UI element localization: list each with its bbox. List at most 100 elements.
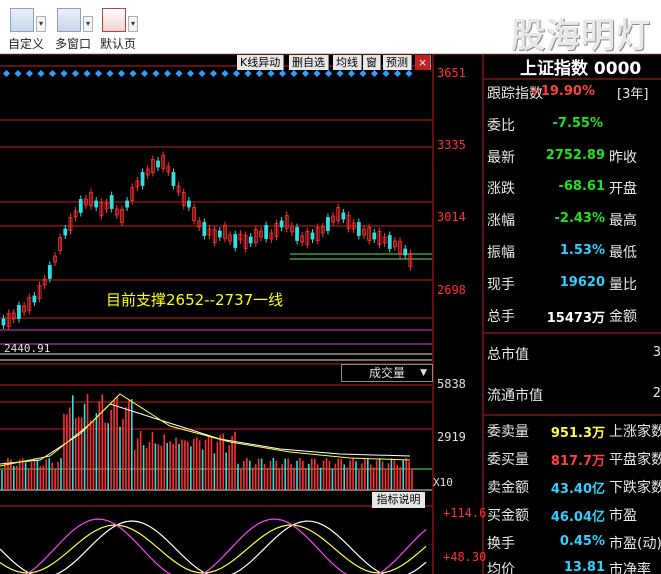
signal-marker: [37, 69, 45, 78]
volume-unit: X10: [433, 476, 453, 489]
default-page-button[interactable]: ▾ 默认页: [96, 4, 140, 52]
signal-marker: [2, 69, 11, 78]
indicator-help-button[interactable]: 指标说明: [372, 492, 425, 508]
signal-marker: [83, 69, 91, 78]
candle-body: [310, 232, 315, 240]
candle-body: [356, 222, 361, 236]
signal-marker: [140, 69, 149, 78]
signal-marker: [336, 69, 344, 78]
candle-body: [233, 234, 238, 248]
price-axis-label: 3651: [437, 66, 466, 80]
order-row: 买金额 46.04亿 市盈: [487, 508, 637, 525]
candle-body: [47, 265, 52, 279]
signal-marker: [60, 69, 68, 78]
index-title: 上证指数 0000: [520, 59, 642, 79]
order-row: 卖金额 43.40亿 下跌家数: [487, 480, 661, 497]
candle-body: [341, 212, 346, 220]
quote-row: 委比 -7.55%: [487, 116, 603, 134]
signal-marker: [359, 69, 367, 78]
chevron-down-icon[interactable]: ▾: [36, 16, 46, 32]
volume-axis-label: 5838: [437, 377, 466, 391]
signal-marker: [71, 69, 80, 78]
signal-marker: [94, 69, 103, 78]
price-axis-label: 2698: [437, 283, 466, 297]
candle-body: [387, 235, 392, 249]
signal-marker: [48, 69, 57, 78]
signal-marker: [152, 69, 160, 78]
signal-marker: [278, 69, 287, 78]
candle-body: [171, 172, 176, 186]
order-row: 均价 13.81 市净率: [487, 560, 651, 574]
quote-row: 涨跌 -68.61 开盘: [487, 179, 637, 197]
candle-body: [217, 230, 222, 238]
indicator-line: [25, 518, 427, 574]
toolbar: ▾ 自定义 ▾ 多窗口 ▾ 默认页 股海明灯: [0, 0, 661, 56]
candle-body: [279, 220, 284, 228]
signal-marker: [209, 69, 218, 78]
candle-body: [63, 228, 68, 236]
candle-body: [326, 217, 330, 231]
quote-row: 振幅 1.53% 最低: [487, 243, 637, 261]
chevron-down-icon: ▼: [420, 368, 427, 378]
quote-row: 涨幅 -2.43% 最高: [487, 211, 637, 229]
tab-moving-average[interactable]: 均线: [333, 55, 362, 70]
candle-body: [78, 199, 83, 213]
candle-body: [32, 295, 37, 303]
chevron-down-icon[interactable]: ▾: [83, 16, 93, 32]
volume-selector[interactable]: 成交量 ▼: [341, 364, 433, 382]
signal-marker: [129, 69, 137, 78]
order-row: 换手 0.45% 市盈(动): [487, 534, 661, 552]
signal-marker: [198, 69, 206, 78]
indicator-axis-label: +48.30: [443, 550, 487, 564]
multi-window-button[interactable]: ▾ 多窗口: [51, 4, 95, 52]
price-axis-label: 3335: [437, 138, 466, 152]
signal-marker: [163, 69, 172, 78]
candle-body: [109, 195, 114, 209]
price-axis-label: 3014: [437, 210, 466, 224]
signal-marker: [106, 69, 114, 78]
volume-axis-label: 2919: [437, 430, 466, 444]
signal-marker: [382, 69, 390, 78]
custom-icon: [10, 8, 34, 32]
signal-marker: [347, 69, 356, 78]
candle-body: [1, 318, 6, 326]
candle-body: [264, 225, 269, 239]
candle-body: [17, 305, 21, 319]
chevron-down-icon[interactable]: ▾: [128, 16, 138, 32]
candle-body: [140, 172, 145, 186]
candle-body: [125, 200, 129, 208]
tab-forecast[interactable]: 预测: [383, 55, 412, 70]
brand-watermark: 股海明灯: [511, 16, 651, 56]
quote-panel: 上证指数 0000 跟踪指数 +19.90% [3年] 委比 -7.55% 最新…: [484, 54, 661, 574]
signal-marker: [14, 69, 22, 78]
candle-body: [186, 200, 191, 208]
candle-body: [156, 160, 160, 168]
signal-marker: [186, 69, 195, 78]
candle-body: [94, 200, 99, 208]
signal-marker: [255, 69, 264, 78]
signal-marker: [301, 69, 310, 78]
candle-body: [403, 248, 408, 256]
support-annotation: 目前支撑2652--2737一线: [106, 291, 284, 309]
signal-marker: [221, 69, 229, 78]
order-row: 委买量 817.7万 平盘家数: [487, 452, 661, 469]
signal-marker: [313, 69, 321, 78]
close-icon[interactable]: ×: [415, 55, 431, 70]
signal-marker: [290, 69, 298, 78]
indicator-axis-label: +114.6: [443, 506, 487, 520]
tab-k-anomaly[interactable]: K线异动: [237, 55, 285, 70]
market-row: 流通市值 2: [487, 386, 661, 404]
custom-button[interactable]: ▾ 自定义: [4, 4, 48, 52]
signal-marker: [244, 69, 252, 78]
signal-marker: [393, 69, 402, 78]
candle-body: [372, 232, 377, 240]
volume-label: 成交量: [368, 366, 405, 380]
signal-marker: [25, 69, 34, 78]
tab-window[interactable]: 窗: [363, 55, 381, 70]
candle-body: [295, 227, 299, 241]
tab-remove-favorite[interactable]: 删自选: [289, 55, 329, 70]
low-price-label: 2440.91: [4, 342, 51, 355]
order-row: 委卖量 951.3万 上涨家数: [487, 424, 661, 441]
signal-marker: [370, 69, 379, 78]
signal-marker: [267, 69, 275, 78]
